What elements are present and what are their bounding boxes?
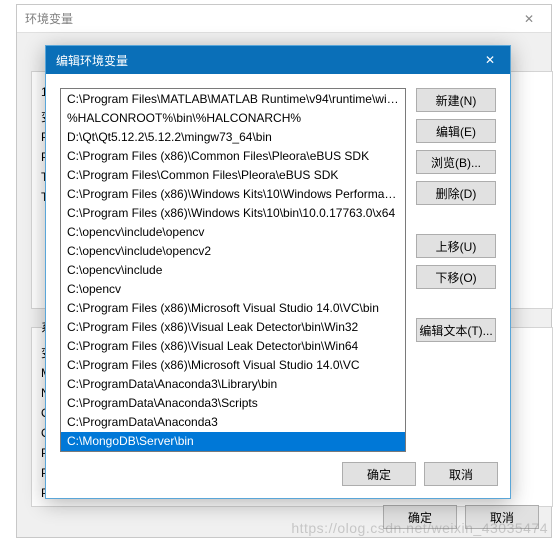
list-item[interactable]: C:\Program Files (x86)\Common Files\Pleo… (61, 147, 405, 166)
list-item[interactable]: C:\Program Files (x86)\Microsoft Visual … (61, 356, 405, 375)
modal-title: 编辑环境变量 (56, 52, 128, 69)
list-item[interactable]: C:\opencv\include\opencv (61, 223, 405, 242)
list-item[interactable]: C:\opencv\include (61, 261, 405, 280)
list-item[interactable]: C:\Program Files (x86)\Visual Leak Detec… (61, 318, 405, 337)
modal-body: C:\Program Files\TortoiseSVN\binC:\Progr… (46, 74, 510, 452)
list-item[interactable]: C:\opencv (61, 280, 405, 299)
list-item[interactable]: D:\Qt\Qt5.12.2\5.12.2\mingw73_64\bin (61, 128, 405, 147)
parent-cancel-button[interactable]: 取消 (465, 505, 539, 529)
moveup-button[interactable]: 上移(U) (416, 234, 496, 258)
list-item[interactable]: C:\ProgramData\Anaconda3 (61, 413, 405, 432)
browse-button[interactable]: 浏览(B)... (416, 150, 496, 174)
modal-titlebar: 编辑环境变量 (46, 46, 510, 74)
edit-button[interactable]: 编辑(E) (416, 119, 496, 143)
parent-titlebar: 环境变量 ✕ (17, 5, 551, 33)
path-listbox[interactable]: C:\Program Files\TortoiseSVN\binC:\Progr… (60, 88, 406, 452)
close-icon: ✕ (524, 12, 534, 26)
parent-close-button[interactable]: ✕ (507, 5, 551, 33)
list-item[interactable]: C:\Program Files (x86)\Visual Leak Detec… (61, 337, 405, 356)
close-icon: ✕ (485, 53, 495, 67)
new-button[interactable]: 新建(N) (416, 88, 496, 112)
parent-title: 环境变量 (25, 10, 73, 27)
list-item[interactable]: C:\opencv\include\opencv2 (61, 242, 405, 261)
list-item[interactable]: C:\Program Files\Common Files\Pleora\eBU… (61, 166, 405, 185)
list-item[interactable]: C:\Program Files (x86)\Windows Kits\10\W… (61, 185, 405, 204)
button-column: 新建(N) 编辑(E) 浏览(B)... 删除(D) 上移(U) 下移(O) 编… (416, 88, 496, 452)
list-item[interactable]: C:\MongoDB\Server\bin (61, 432, 405, 451)
parent-button-row: 确定 取消 (383, 505, 539, 529)
modal-close-button[interactable]: ✕ (470, 46, 510, 74)
list-item[interactable]: C:\ProgramData\Anaconda3\Scripts (61, 394, 405, 413)
list-item[interactable]: %HALCONROOT%\bin\%HALCONARCH% (61, 109, 405, 128)
delete-button[interactable]: 删除(D) (416, 181, 496, 205)
edit-env-var-dialog: 编辑环境变量 ✕ C:\Program Files\TortoiseSVN\bi… (45, 45, 511, 499)
parent-ok-button[interactable]: 确定 (383, 505, 457, 529)
list-item[interactable]: C:\Program Files (x86)\Microsoft Visual … (61, 299, 405, 318)
list-item[interactable]: C:\ProgramData\Anaconda3\Library\bin (61, 375, 405, 394)
list-item[interactable]: C:\Program Files\MATLAB\MATLAB Runtime\v… (61, 90, 405, 109)
cancel-button[interactable]: 取消 (424, 462, 498, 486)
list-item[interactable]: C:\Program Files (x86)\Windows Kits\10\b… (61, 204, 405, 223)
edittext-button[interactable]: 编辑文本(T)... (416, 318, 496, 342)
spacer (416, 296, 496, 318)
modal-footer: 确定 取消 (342, 462, 498, 486)
ok-button[interactable]: 确定 (342, 462, 416, 486)
spacer (416, 212, 496, 234)
movedown-button[interactable]: 下移(O) (416, 265, 496, 289)
